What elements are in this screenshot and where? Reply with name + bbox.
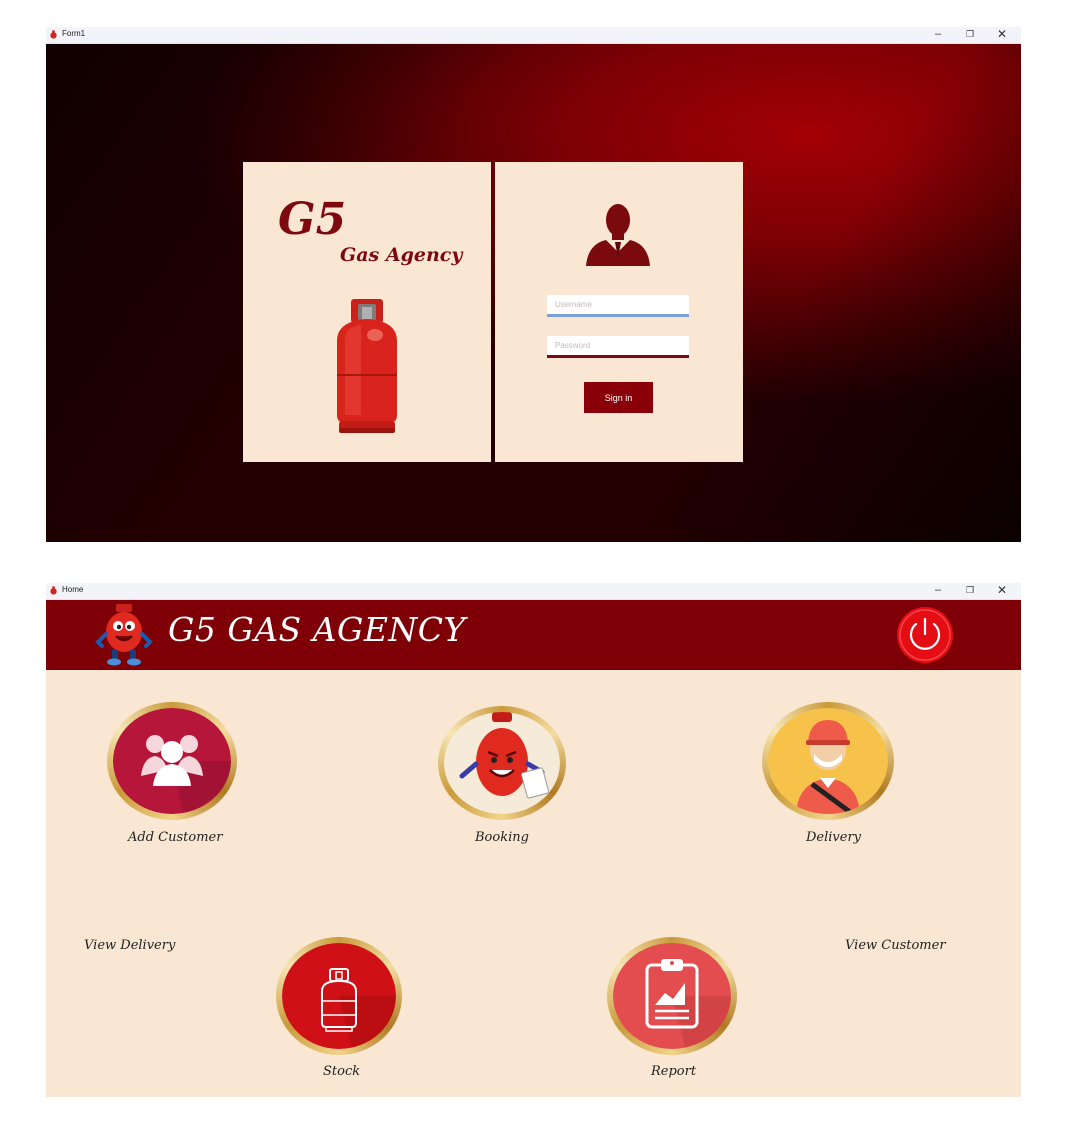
stock-cylinder-icon [282,943,396,1049]
booking-mascot-icon [444,712,560,814]
maximize-button[interactable]: ❐ [955,583,985,599]
stock-tile[interactable] [276,937,402,1055]
home-window: Home – ❐ ✕ G5 GAS AGENCY Add Customer Bo… [46,583,1021,1097]
report-label[interactable]: Report [651,1064,696,1079]
cylinder-icon [337,299,397,433]
add-customer-tile[interactable] [107,702,237,820]
app-icon [50,586,57,595]
window-title: Home [62,585,84,594]
mascot-icon [95,604,153,666]
view-delivery-label[interactable]: View Delivery [84,938,175,953]
minimize-button[interactable]: – [923,27,953,43]
home-header: G5 GAS AGENCY [46,600,1021,670]
login-titlebar: Form1 – ❐ ✕ [46,27,1021,44]
booking-label[interactable]: Booking [475,830,529,845]
power-button[interactable] [897,607,953,663]
add-customer-label[interactable]: Add Customer [128,830,222,845]
maximize-button[interactable]: ❐ [955,27,985,43]
stock-label[interactable]: Stock [323,1064,360,1079]
close-button[interactable]: ✕ [987,583,1017,599]
password-input[interactable] [547,336,689,358]
login-background: G5 Gas Agency Username Sign in [46,44,1021,542]
signin-button[interactable]: Sign in [584,382,653,413]
username-input[interactable] [547,295,689,317]
report-tile[interactable] [607,937,737,1055]
home-body: Add Customer Booking Delivery View Deliv… [46,670,1021,1097]
delivery-label[interactable]: Delivery [806,830,861,845]
power-icon [899,609,951,661]
user-silhouette-icon [586,204,650,266]
brand-panel: G5 Gas Agency [243,162,491,462]
booking-tile[interactable] [438,706,566,820]
window-title: Form1 [62,29,86,38]
app-title: G5 GAS AGENCY [168,610,466,649]
delivery-person-icon [768,708,888,814]
view-customer-label[interactable]: View Customer [845,938,946,953]
minimize-button[interactable]: – [923,583,953,599]
login-window: Form1 – ❐ ✕ G5 Gas Agency Username Sign … [46,27,1021,542]
close-button[interactable]: ✕ [987,27,1017,43]
group-icon [113,708,231,814]
home-titlebar: Home – ❐ ✕ [46,583,1021,600]
signin-panel: Sign in [495,162,743,462]
delivery-tile[interactable] [762,702,894,820]
app-icon [50,30,57,39]
report-clipboard-icon [613,943,731,1049]
brand-subtitle: Gas Agency [340,244,463,266]
brand-logo-text: G5 [278,194,347,245]
